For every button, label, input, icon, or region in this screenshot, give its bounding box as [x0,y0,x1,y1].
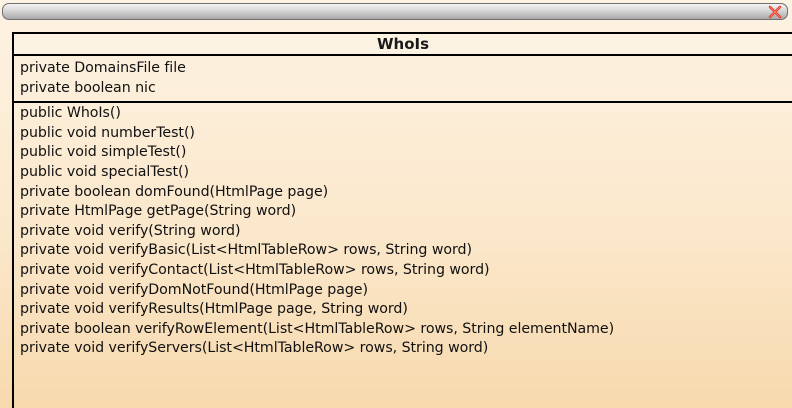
close-icon[interactable] [767,4,783,20]
method-item: public void simpleTest() [20,144,187,161]
attributes-section: private DomainsFile file private boolean… [14,56,792,104]
method-item: private void verify(String word) [20,222,241,239]
method-item: private boolean domFound(HtmlPage page) [20,183,329,200]
attribute-item: private boolean nic [20,79,156,96]
class-window: WhoIs private DomainsFile file private b… [0,0,792,408]
method-item: private void verifyServers(List<HtmlTabl… [20,340,489,357]
method-item: private HtmlPage getPage(String word) [20,203,297,220]
method-item: private void verifyBasic(List<HtmlTableR… [20,242,472,259]
uml-class-box[interactable]: WhoIs private DomainsFile file private b… [12,32,792,408]
method-item: public void numberTest() [20,124,195,141]
method-item: private boolean verifyRowElement(List<Ht… [20,320,615,337]
attribute-item: private DomainsFile file [20,60,186,76]
method-item: public void specialTest() [20,163,189,180]
method-item: private void verifyResults(HtmlPage page… [20,301,408,318]
class-name: WhoIs [14,34,792,56]
title-bar[interactable] [2,3,788,20]
method-item: public WhoIs() [20,105,121,122]
method-item: private void verifyDomNotFound(HtmlPage … [20,281,368,298]
methods-section: public WhoIs() public void numberTest() … [14,103,792,359]
method-item: private void verifyContact(List<HtmlTabl… [20,261,490,278]
